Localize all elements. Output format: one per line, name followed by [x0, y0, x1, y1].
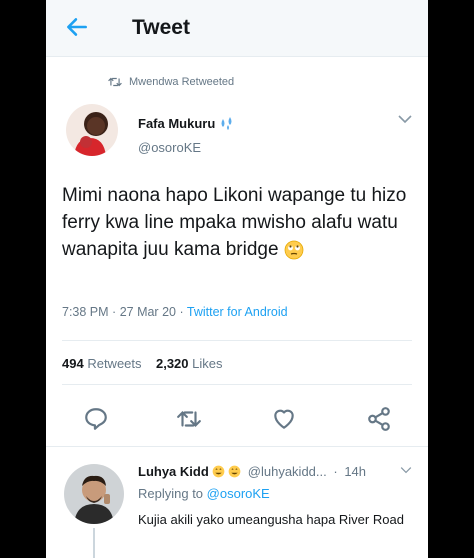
author-name: Fafa Mukuru [138, 116, 216, 131]
replying-to-handle[interactable]: @osoroKE [207, 486, 270, 501]
avatar-image [66, 104, 118, 156]
retweets-label: Retweets [87, 356, 142, 371]
tweet-time: 7:38 PM [62, 305, 109, 319]
thread-connector-line [93, 528, 95, 558]
retweet-icon [108, 77, 122, 87]
likes-label: Likes [192, 356, 223, 371]
sweat-smile-emoji-icon [212, 465, 225, 478]
tweet-source-link[interactable]: Twitter for Android [187, 305, 288, 319]
tweet-screen: Tweet Mwendwa Retweeted Fafa Mukuru @oso… [46, 0, 428, 558]
back-arrow-icon[interactable] [64, 14, 90, 40]
tweet-date: 27 Mar 20 [119, 305, 176, 319]
avatar-image [64, 464, 124, 524]
tweet-meta: 7:38 PM · 27 Mar 20 · Twitter for Androi… [62, 305, 288, 319]
sweat-droplets-emoji-icon [221, 116, 232, 130]
tweet-stats: 494 Retweets 2,320 Likes [62, 356, 223, 371]
retweet-icon[interactable] [176, 406, 202, 432]
author-avatar[interactable] [66, 104, 118, 156]
reply-author-row: Luhya Kidd @luhyakidd... · 14h [138, 464, 366, 479]
tweet-text: Mimi naona hapo Likoni wapange tu hizo f… [62, 182, 422, 263]
replying-to: Replying to @osoroKE [138, 486, 270, 501]
sweat-smile-emoji-icon [228, 465, 241, 478]
author-handle[interactable]: @osoroKE [138, 140, 201, 155]
rolling-eyes-emoji-icon [284, 240, 304, 260]
reply-icon[interactable] [83, 406, 109, 432]
chevron-down-icon[interactable] [400, 466, 412, 474]
action-bar [46, 402, 428, 438]
meta-separator: · [329, 464, 342, 479]
likes-count: 2,320 [155, 356, 189, 371]
divider [62, 384, 412, 385]
divider [46, 446, 428, 447]
reply-time: 14h [344, 464, 367, 479]
author-name-row[interactable]: Fafa Mukuru [138, 116, 235, 131]
meta-separator: · [112, 305, 120, 319]
like-heart-icon[interactable] [271, 406, 297, 432]
tweet-body: Mimi naona hapo Likoni wapange tu hizo f… [62, 185, 407, 260]
chevron-down-icon[interactable] [398, 114, 412, 124]
retweets-stat[interactable]: 494 Retweets [62, 356, 142, 371]
top-bar: Tweet [46, 0, 428, 57]
retweeted-label: Mwendwa Retweeted [129, 76, 235, 88]
retweeted-by[interactable]: Mwendwa Retweeted [108, 76, 234, 88]
reply-author-name[interactable]: Luhya Kidd [138, 464, 209, 479]
reply-author-handle[interactable]: @luhyakidd... [248, 464, 327, 479]
likes-stat[interactable]: 2,320 Likes [156, 356, 223, 371]
reply-text: Kujia akili yako umeangusha hapa River R… [138, 512, 404, 527]
reply-author-avatar[interactable] [64, 464, 124, 524]
page-title: Tweet [132, 16, 190, 39]
replying-prefix: Replying to [138, 486, 204, 501]
retweets-count: 494 [62, 356, 84, 371]
reply-tweet[interactable]: Luhya Kidd @luhyakidd... · 14h Replying … [46, 452, 428, 558]
divider [62, 340, 412, 341]
share-icon[interactable] [366, 406, 392, 432]
meta-separator: · [179, 305, 187, 319]
